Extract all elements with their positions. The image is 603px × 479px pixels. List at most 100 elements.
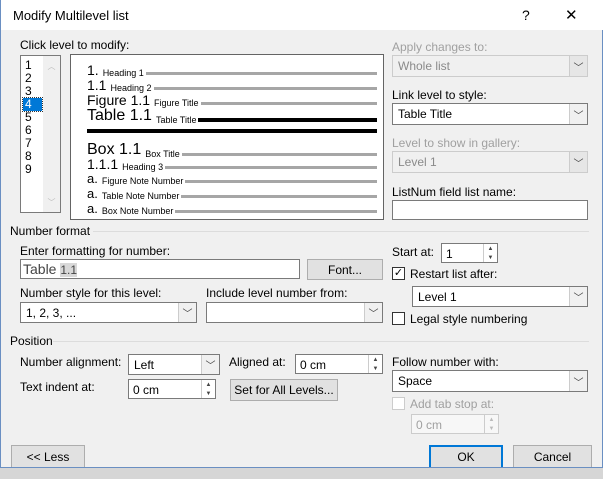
follow-number-select[interactable]: Space ﹀ bbox=[392, 370, 588, 392]
follow-number-label: Follow number with: bbox=[392, 355, 499, 369]
spinner-arrows-icon: ▲ ▼ bbox=[484, 415, 498, 433]
text-indent-spinner[interactable]: 0 cm ▲ ▼ bbox=[128, 379, 216, 399]
preview-line bbox=[153, 87, 377, 90]
gallery-level-value: Level 1 bbox=[398, 155, 437, 169]
set-for-all-levels-button[interactable]: Set for All Levels... bbox=[230, 379, 338, 401]
restart-after-select[interactable]: Level 1 ﹀ bbox=[412, 286, 588, 307]
enter-format-label: Enter formatting for number: bbox=[20, 244, 171, 258]
spinner-arrows-icon[interactable]: ▲ ▼ bbox=[368, 355, 382, 373]
add-tab-stop-checkbox bbox=[392, 397, 405, 410]
add-tab-stop-label: Add tab stop at: bbox=[410, 397, 495, 411]
include-level-select[interactable]: ﹀ bbox=[206, 302, 383, 323]
restart-list-checkbox[interactable]: ✓ bbox=[392, 267, 405, 280]
preview-row: 1. Heading 1 bbox=[87, 62, 377, 78]
preview-line bbox=[200, 102, 377, 105]
preview-row: Table 1.1 Table Title bbox=[87, 107, 377, 125]
chevron-down-icon: ﹀ bbox=[364, 303, 382, 322]
preview-style-name: Table Note Number bbox=[101, 191, 180, 201]
preview-number: a. bbox=[87, 171, 98, 186]
chevron-down-icon: ﹀ bbox=[178, 303, 196, 322]
tab-stop-spinner: 0 cm ▲ ▼ bbox=[411, 414, 499, 434]
preview-number: 1.1 bbox=[87, 77, 107, 93]
level-item[interactable]: 9 bbox=[23, 163, 42, 176]
link-style-select[interactable]: Table Title ﹀ bbox=[392, 103, 588, 125]
help-button[interactable]: ? bbox=[522, 7, 530, 23]
chevron-down-icon: ﹀ bbox=[569, 152, 587, 172]
number-style-value: 1, 2, 3, ... bbox=[26, 306, 77, 320]
number-alignment-select[interactable]: Left ﹀ bbox=[128, 354, 220, 375]
apply-changes-select: Whole list ﹀ bbox=[392, 55, 588, 77]
title-bar: Modify Multilevel list ? ✕ bbox=[1, 0, 603, 30]
preview-number: Table 1.1 bbox=[87, 107, 152, 124]
legal-style-checkbox[interactable] bbox=[392, 312, 405, 325]
preview-row: a. Box Note Number bbox=[87, 201, 377, 216]
click-level-label: Click level to modify: bbox=[20, 38, 130, 52]
preview-line bbox=[165, 166, 377, 169]
preview-style-name: Box Note Number bbox=[101, 206, 174, 216]
chevron-down-icon: ﹀ bbox=[569, 287, 587, 306]
number-style-select[interactable]: 1, 2, 3, ... ﹀ bbox=[20, 302, 197, 323]
number-format-group-label: Number format bbox=[10, 224, 91, 238]
restart-after-value: Level 1 bbox=[418, 290, 457, 304]
spinner-arrows-icon[interactable]: ▲ ▼ bbox=[201, 380, 215, 398]
preview-row: 1.1 Heading 2 bbox=[87, 77, 377, 93]
number-format-divider bbox=[93, 231, 589, 232]
start-at-spinner[interactable]: 1 ▲ ▼ bbox=[441, 243, 498, 263]
level-preview: 1. Heading 1 1.1 Heading 2 Figure 1.1 Figure … bbox=[70, 54, 384, 220]
aligned-at-value: 0 cm bbox=[300, 358, 327, 372]
preview-line bbox=[198, 118, 377, 122]
preview-line bbox=[175, 210, 377, 213]
legal-style-label: Legal style numbering bbox=[410, 312, 528, 326]
close-button[interactable]: ✕ bbox=[565, 6, 578, 24]
number-style-label: Number style for this level: bbox=[20, 286, 162, 300]
format-literal-text: Table bbox=[23, 261, 61, 277]
chevron-down-icon: ﹀ bbox=[569, 56, 587, 76]
preview-separator bbox=[87, 129, 377, 133]
format-number-field: 1.1 bbox=[60, 263, 78, 277]
start-at-label: Start at: bbox=[392, 245, 435, 259]
preview-row: 1.1.1 Heading 3 bbox=[87, 156, 377, 172]
document-background bbox=[0, 467, 603, 479]
preview-number: 1. bbox=[87, 62, 99, 78]
link-style-value: Table Title bbox=[398, 107, 453, 121]
dialog-title: Modify Multilevel list bbox=[13, 8, 129, 23]
ok-button[interactable]: OK bbox=[429, 445, 503, 469]
preview-line bbox=[145, 72, 377, 75]
link-style-label: Link level to style: bbox=[392, 88, 487, 102]
position-group-label: Position bbox=[10, 334, 53, 348]
tab-stop-value: 0 cm bbox=[416, 418, 443, 432]
text-indent-value: 0 cm bbox=[133, 383, 160, 397]
chevron-down-icon: ﹀ bbox=[201, 355, 219, 374]
preview-row: a. Table Note Number bbox=[87, 186, 377, 201]
listnum-label: ListNum field list name: bbox=[392, 185, 517, 199]
preview-style-name: Table Title bbox=[155, 115, 197, 125]
preview-row: a. Figure Note Number bbox=[87, 171, 377, 186]
preview-line bbox=[181, 195, 377, 198]
aligned-at-label: Aligned at: bbox=[229, 355, 286, 369]
gallery-level-select: Level 1 ﹀ bbox=[392, 151, 588, 173]
preview-line bbox=[185, 180, 377, 183]
spinner-arrows-icon[interactable]: ▲ ▼ bbox=[483, 244, 497, 262]
number-format-input[interactable]: Table 1.1 bbox=[20, 259, 300, 279]
position-divider bbox=[53, 341, 589, 342]
follow-number-value: Space bbox=[398, 374, 433, 388]
number-alignment-value: Left bbox=[134, 358, 155, 372]
preview-style-name: Figure Note Number bbox=[101, 176, 184, 186]
preview-number: a. bbox=[87, 201, 98, 216]
apply-changes-label: Apply changes to: bbox=[392, 40, 488, 54]
chevron-down-icon: ﹀ bbox=[569, 104, 587, 124]
gallery-level-label: Level to show in gallery: bbox=[392, 136, 521, 150]
less-button[interactable]: << Less bbox=[11, 445, 85, 469]
preview-number: a. bbox=[87, 186, 98, 201]
chevron-down-icon: ﹀ bbox=[569, 371, 587, 391]
level-listbox[interactable]: ︿ ﹀ 123456789 bbox=[20, 55, 61, 213]
font-button[interactable]: Font... bbox=[307, 259, 383, 280]
level-scrollbar[interactable]: ︿ ﹀ bbox=[43, 56, 60, 212]
cancel-button[interactable]: Cancel bbox=[513, 445, 592, 469]
listnum-input[interactable] bbox=[392, 200, 588, 220]
preview-number: 1.1.1 bbox=[87, 156, 119, 172]
number-alignment-label: Number alignment: bbox=[20, 355, 122, 369]
text-indent-label: Text indent at: bbox=[20, 380, 95, 394]
aligned-at-spinner[interactable]: 0 cm ▲ ▼ bbox=[295, 354, 383, 374]
modify-multilevel-list-dialog: Modify Multilevel list ? ✕ Click level t… bbox=[0, 0, 603, 469]
